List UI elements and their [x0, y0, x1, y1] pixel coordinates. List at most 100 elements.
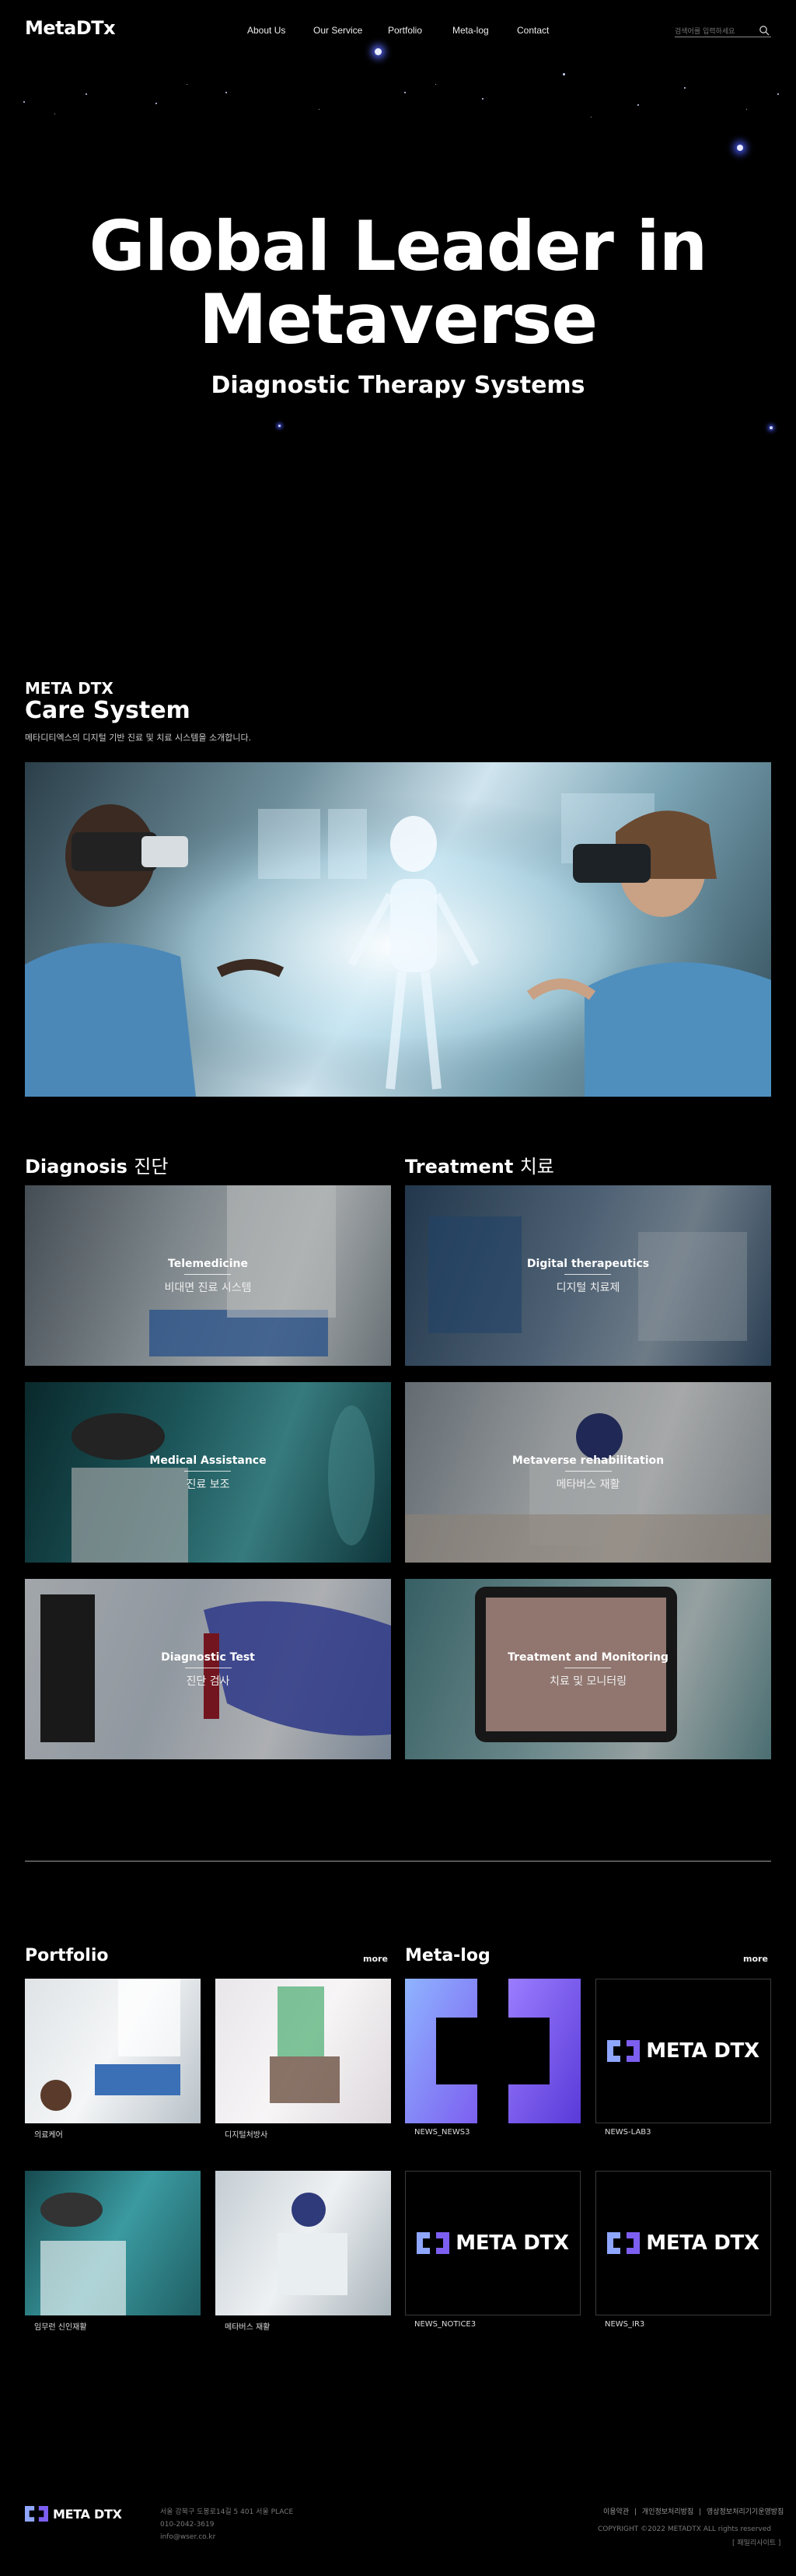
metalog-thumb-label: NEWS_NEWS3 [414, 2128, 470, 2137]
star-dot [746, 109, 747, 110]
section-divider [25, 1860, 771, 1862]
star-dot [435, 84, 436, 85]
footer-phone: 010-2042-3619 [160, 2521, 215, 2529]
treatment-heading-en: Treatment [405, 1156, 514, 1178]
meta-dtx-logo-text: META DTX [646, 2039, 759, 2063]
nav-portfolio[interactable]: Portfolio [388, 25, 452, 36]
portfolio-thumb-image [40, 2193, 126, 2315]
search-input[interactable] [675, 26, 752, 38]
nav-contact[interactable]: Contact [517, 25, 579, 36]
site-header: MetaDTx About Us Our Service Portfolio M… [0, 0, 796, 62]
meta-dtx-logo-text: META DTX [456, 2231, 569, 2255]
footer-logo-text: META DTX [53, 2506, 122, 2522]
hero-title-line2: Metaverse [198, 279, 598, 359]
star-dot [225, 92, 227, 93]
card-title-en: Diagnostic Test [161, 1651, 255, 1668]
diagnosis-heading-en: Diagnosis [25, 1156, 127, 1178]
card-title-en: Medical Assistance [149, 1454, 267, 1472]
nav-about-us[interactable]: About Us [247, 25, 313, 36]
card-metaverse-rehabilitation[interactable]: Metaverse rehabilitation 메타버스 재활 [405, 1382, 771, 1563]
card-diagnostic-test[interactable]: Diagnostic Test 진단 검사 [25, 1579, 391, 1759]
portfolio-thumb-image [40, 1979, 180, 2111]
footer-family-site[interactable]: [ 패밀리사이트 ] [732, 2537, 780, 2547]
portfolio-heading: Portfolio [25, 1946, 109, 1965]
star-dot [684, 87, 686, 89]
portfolio-thumb-image [278, 2193, 347, 2295]
footer-email: info@wser.co.kr [160, 2533, 216, 2541]
footer-copyright: COPYRIGHT ©2022 METADTX ALL rights reser… [597, 2525, 771, 2533]
metalog-thumb[interactable]: META DTX [595, 2171, 771, 2315]
card-title-en: Treatment and Monitoring [508, 1651, 669, 1668]
star-dot [155, 103, 157, 104]
card-title-en: Telemedicine [168, 1258, 248, 1275]
card-treatment-monitoring[interactable]: Treatment and Monitoring 치료 및 모니터링 [405, 1579, 771, 1759]
care-title: Care System [25, 697, 190, 724]
search-icon[interactable] [759, 25, 770, 36]
card-digital-therapeutics[interactable]: Digital therapeutics 디지털 치료제 [405, 1185, 771, 1366]
footer-separator: | [699, 2508, 702, 2516]
card-title-ko: 디지털 치료제 [556, 1282, 620, 1294]
site-logo[interactable]: MetaDTx [25, 17, 116, 39]
star-dot [23, 101, 25, 103]
footer-logo[interactable]: META DTX [25, 2506, 122, 2522]
portfolio-more-link[interactable]: more [363, 1954, 388, 1964]
treatment-heading-ko: 치료 [519, 1156, 554, 1178]
footer-address: 서울 강북구 도봉로14길 5 401 서울 PLACE [160, 2508, 294, 2516]
main-nav: About Us Our Service Portfolio Meta-log … [247, 25, 579, 36]
star-dot [86, 93, 87, 95]
card-title-ko: 비대면 진료 시스템 [164, 1282, 252, 1294]
metalog-thumb-label: NEWS-LAB3 [605, 2128, 651, 2137]
star-dot [637, 104, 639, 106]
card-caption: Treatment and Monitoring 치료 및 모니터링 [405, 1650, 771, 1689]
portfolio-thumb[interactable] [215, 2171, 391, 2315]
card-title-en: Digital therapeutics [527, 1258, 649, 1275]
portfolio-thumb-label: 의료케어 [34, 2131, 63, 2140]
nav-meta-log[interactable]: Meta-log [452, 25, 517, 36]
footer-company-info: 서울 강북구 도봉로14길 5 401 서울 PLACE 010-2042-36… [160, 2506, 293, 2543]
footer-link-privacy[interactable]: 개인정보처리방침 [642, 2508, 693, 2516]
footer-separator: | [634, 2508, 637, 2516]
card-title-en: Metaverse rehabilitation [512, 1454, 664, 1472]
search-box [675, 23, 771, 38]
meta-dtx-mark-icon [607, 2232, 641, 2254]
vr-doctors-illustration [25, 762, 771, 1097]
metalog-heading: Meta-log [405, 1946, 491, 1965]
star-dot [777, 93, 779, 95]
nav-our-service[interactable]: Our Service [313, 25, 388, 36]
metalog-thumb[interactable] [405, 1979, 581, 2123]
star-dot [737, 145, 743, 151]
portfolio-thumb[interactable] [215, 1979, 391, 2123]
portfolio-thumb-label: 임무런 신인재활 [34, 2323, 87, 2332]
footer-link-cctv[interactable]: 영상정보처리기기운영방침 [707, 2508, 784, 2516]
metalog-thumb[interactable]: META DTX [595, 1979, 771, 2123]
meta-dtx-logo-text: META DTX [646, 2231, 759, 2255]
portfolio-thumb[interactable] [25, 1979, 201, 2123]
hero-title-line1: Global Leader in [89, 206, 708, 286]
card-telemedicine[interactable]: Telemedicine 비대면 진료 시스템 [25, 1185, 391, 1366]
footer-link-terms[interactable]: 이용약관 [603, 2508, 629, 2516]
metalog-thumb[interactable]: META DTX [405, 2171, 581, 2315]
meta-dtx-logo: META DTX [607, 2039, 759, 2063]
meta-dtx-logo: META DTX [607, 2231, 759, 2255]
star-dot [278, 425, 281, 427]
diagnosis-heading-ko: 진단 [134, 1156, 169, 1178]
metalog-more-link[interactable]: more [743, 1954, 768, 1964]
footer-mark-icon [25, 2506, 48, 2522]
care-system-image [25, 762, 771, 1097]
card-title-ko: 메타버스 재활 [556, 1479, 620, 1491]
portfolio-thumb-label: 디지털처방사 [225, 2131, 268, 2140]
card-medical-assistance[interactable]: Medical Assistance 진료 보조 [25, 1382, 391, 1563]
care-description: 메타디티엑스의 디지털 기반 진료 및 치료 시스템을 소개합니다. [25, 733, 252, 743]
card-title-ko: 진단 검사 [186, 1675, 230, 1688]
meta-dtx-mark-icon [417, 2232, 450, 2254]
care-eyebrow: META DTX [25, 679, 113, 698]
metalog-thumb-label: NEWS_IR3 [605, 2320, 645, 2329]
portfolio-thumb[interactable] [25, 2171, 201, 2315]
portfolio-thumb-label: 메타버스 재활 [225, 2323, 271, 2332]
card-caption: Digital therapeutics 디지털 치료제 [405, 1257, 771, 1295]
card-caption: Telemedicine 비대면 진료 시스템 [25, 1257, 391, 1295]
star-dot [770, 426, 773, 429]
card-title-ko: 치료 및 모니터링 [549, 1675, 627, 1688]
meta-dtx-logo: META DTX [417, 2231, 569, 2255]
portfolio-thumb-image [270, 1986, 340, 2103]
